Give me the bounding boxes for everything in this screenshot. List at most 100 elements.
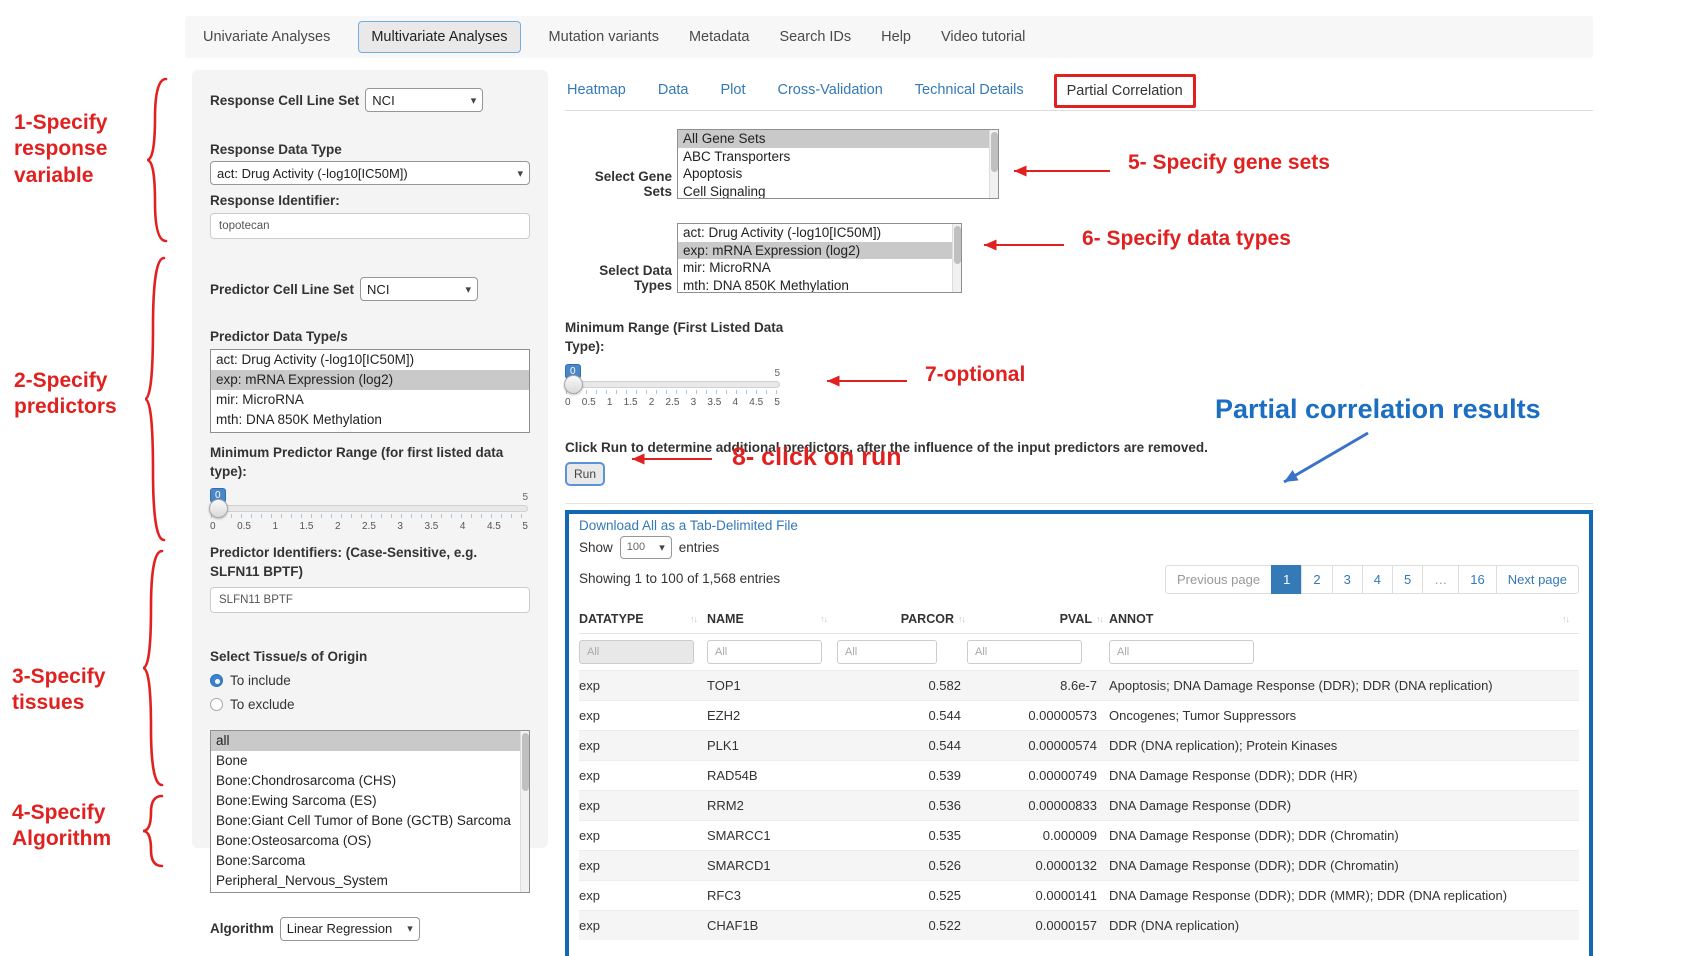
response-data-type-label: Response Data Type bbox=[210, 142, 530, 157]
nav-mutation-variants[interactable]: Mutation variants bbox=[547, 21, 661, 53]
listbox-option-selected[interactable]: all bbox=[211, 731, 529, 751]
nav-univariate-analyses[interactable]: Univariate Analyses bbox=[201, 21, 332, 53]
listbox-option[interactable]: Bone:Giant Cell Tumor of Bone (GCTB) Sar… bbox=[211, 811, 529, 831]
tick-label: 1 bbox=[607, 397, 613, 408]
scrollbar-thumb[interactable] bbox=[522, 733, 529, 791]
sort-icon[interactable]: ↑↓ bbox=[1096, 614, 1103, 624]
page-size-select[interactable]: 100 ▾ bbox=[620, 536, 672, 559]
listbox-option[interactable]: ABC Transporters bbox=[678, 148, 998, 166]
listbox-option[interactable]: Peripheral_Nervous_System bbox=[211, 871, 529, 891]
arrow-left-icon bbox=[815, 374, 911, 388]
algorithm-select[interactable]: Linear Regression ▾ bbox=[280, 917, 420, 941]
listbox-option-selected[interactable]: exp: mRNA Expression (log2) bbox=[678, 242, 961, 260]
nav-metadata[interactable]: Metadata bbox=[687, 21, 751, 53]
cell-pval: 0.0000141 bbox=[967, 888, 1105, 903]
control-sidebar: Response Cell Line Set NCI ▾ Response Da… bbox=[192, 70, 548, 848]
listbox-option-selected[interactable]: exp: mRNA Expression (log2) bbox=[211, 370, 529, 390]
scrollbar-thumb[interactable] bbox=[991, 132, 998, 172]
tissue-include-radio[interactable]: To include bbox=[210, 673, 530, 688]
tab-partial-correlation[interactable]: Partial Correlation bbox=[1054, 74, 1196, 108]
tab-cross-validation[interactable]: Cross-Validation bbox=[775, 76, 884, 108]
listbox-option[interactable]: act: Drug Activity (-log10[IC50M]) bbox=[678, 224, 961, 242]
column-header-datatype[interactable]: DATATYPE↑↓ bbox=[579, 612, 707, 626]
sort-icon[interactable]: ↑↓ bbox=[958, 614, 965, 624]
listbox-option[interactable]: Apoptosis bbox=[678, 165, 998, 183]
cell-parcor: 0.536 bbox=[837, 798, 967, 813]
nav-video-tutorial[interactable]: Video tutorial bbox=[939, 21, 1027, 53]
slider-handle[interactable] bbox=[209, 499, 228, 518]
tab-plot[interactable]: Plot bbox=[718, 76, 747, 108]
listbox-option[interactable]: mth: DNA 850K Methylation bbox=[678, 277, 961, 294]
response-cell-line-set-label: Response Cell Line Set bbox=[210, 93, 359, 108]
page-button-3[interactable]: 3 bbox=[1332, 565, 1363, 594]
slider-handle[interactable] bbox=[564, 375, 583, 394]
filter-input-parcor[interactable]: All bbox=[837, 640, 937, 664]
response-identifier-label: Response Identifier: bbox=[210, 193, 530, 208]
filter-input-name[interactable]: All bbox=[707, 640, 822, 664]
listbox-option[interactable]: Cell Signaling bbox=[678, 183, 998, 200]
scrollbar-thumb[interactable] bbox=[954, 226, 961, 264]
listbox-option[interactable]: Bone:Osteosarcoma (OS) bbox=[211, 831, 529, 851]
run-button[interactable]: Run bbox=[565, 462, 605, 486]
nav-search-ids[interactable]: Search IDs bbox=[777, 21, 853, 53]
predictor-identifiers-input[interactable]: SLFN11 BPTF bbox=[210, 587, 530, 613]
listbox-option[interactable]: Bone:Chondrosarcoma (CHS) bbox=[211, 771, 529, 791]
column-header-pval[interactable]: PVAL ↑↓ bbox=[967, 612, 1105, 626]
tab-heatmap[interactable]: Heatmap bbox=[565, 76, 628, 108]
response-data-type-select[interactable]: act: Drug Activity (-log10[IC50M]) ▾ bbox=[210, 161, 530, 185]
scrollbar[interactable] bbox=[520, 731, 529, 892]
page-button-2[interactable]: 2 bbox=[1301, 565, 1332, 594]
slider-track[interactable] bbox=[565, 381, 780, 388]
previous-page-button[interactable]: Previous page bbox=[1165, 565, 1272, 594]
listbox-option[interactable]: mir: MicroRNA bbox=[678, 259, 961, 277]
filter-input-datatype[interactable]: All bbox=[579, 640, 694, 664]
listbox-option[interactable]: mth: DNA 850K Methylation bbox=[211, 410, 529, 430]
column-label: PVAL bbox=[1060, 612, 1092, 626]
cell-datatype: exp bbox=[579, 858, 707, 873]
listbox-option[interactable]: Bone:Ewing Sarcoma (ES) bbox=[211, 791, 529, 811]
table-row: exp RAD54B 0.539 0.00000749 DNA Damage R… bbox=[579, 760, 1579, 790]
scrollbar[interactable] bbox=[989, 130, 998, 198]
response-cell-line-set-select[interactable]: NCI ▾ bbox=[365, 88, 483, 112]
sort-icon[interactable]: ↑↓ bbox=[820, 614, 827, 624]
column-header-annot[interactable]: ANNOT↑↓ bbox=[1105, 612, 1579, 626]
scrollbar[interactable] bbox=[952, 224, 961, 292]
page-button-16[interactable]: 16 bbox=[1458, 565, 1496, 594]
download-all-link[interactable]: Download All as a Tab-Delimited File bbox=[579, 518, 798, 533]
sort-icon[interactable]: ↑↓ bbox=[1562, 614, 1569, 624]
column-label: PARCOR bbox=[901, 612, 954, 626]
predictor-cell-line-set-select[interactable]: NCI ▾ bbox=[360, 277, 478, 301]
listbox-option[interactable]: Bone:Sarcoma bbox=[211, 851, 529, 871]
tick-label: 2 bbox=[335, 521, 341, 532]
page-button-1[interactable]: 1 bbox=[1271, 565, 1302, 594]
next-page-button[interactable]: Next page bbox=[1496, 565, 1579, 594]
listbox-option-selected[interactable]: All Gene Sets bbox=[678, 130, 998, 148]
min-range-slider: 0 5 00.511.522.533.544.55 bbox=[565, 361, 780, 408]
nav-multivariate-analyses[interactable]: Multivariate Analyses bbox=[358, 21, 520, 53]
page-button-4[interactable]: 4 bbox=[1362, 565, 1393, 594]
listbox-option[interactable]: mir: MicroRNA bbox=[211, 390, 529, 410]
annotation-step6: 6- Specify data types bbox=[1082, 226, 1291, 252]
filter-input-annot[interactable]: All bbox=[1109, 640, 1254, 664]
slider-track[interactable] bbox=[210, 505, 528, 512]
filter-input-pval[interactable]: All bbox=[967, 640, 1082, 664]
column-header-name[interactable]: NAME↑↓ bbox=[707, 612, 837, 626]
nav-help[interactable]: Help bbox=[879, 21, 913, 53]
annotation-step4: 4-Specify Algorithm bbox=[12, 800, 124, 853]
tab-technical-details[interactable]: Technical Details bbox=[913, 76, 1026, 108]
listbox-option[interactable]: Bone bbox=[211, 751, 529, 771]
show-entries-row: Show 100 ▾ entries bbox=[579, 536, 1579, 559]
slider-tick-labels: 00.511.522.533.544.55 bbox=[565, 397, 780, 408]
sort-icon[interactable]: ↑↓ bbox=[690, 614, 697, 624]
page-button-5[interactable]: 5 bbox=[1392, 565, 1423, 594]
tick-label: 1.5 bbox=[300, 521, 314, 532]
tissue-label: Select Tissue/s of Origin bbox=[210, 649, 530, 664]
response-identifier-input[interactable]: topotecan bbox=[210, 213, 530, 239]
tissue-exclude-radio[interactable]: To exclude bbox=[210, 697, 530, 712]
pagination-ellipsis: … bbox=[1422, 565, 1459, 594]
table-header-row: DATATYPE↑↓ NAME↑↓ PARCOR ↑↓ PVAL ↑↓ ANNOT↑… bbox=[579, 606, 1579, 634]
tab-data[interactable]: Data bbox=[656, 76, 691, 108]
column-header-parcor[interactable]: PARCOR ↑↓ bbox=[837, 612, 967, 626]
listbox-option[interactable]: act: Drug Activity (-log10[IC50M]) bbox=[211, 350, 529, 370]
pagination: Previous page 1 2 3 4 5 … 16 Next page bbox=[1165, 565, 1579, 594]
